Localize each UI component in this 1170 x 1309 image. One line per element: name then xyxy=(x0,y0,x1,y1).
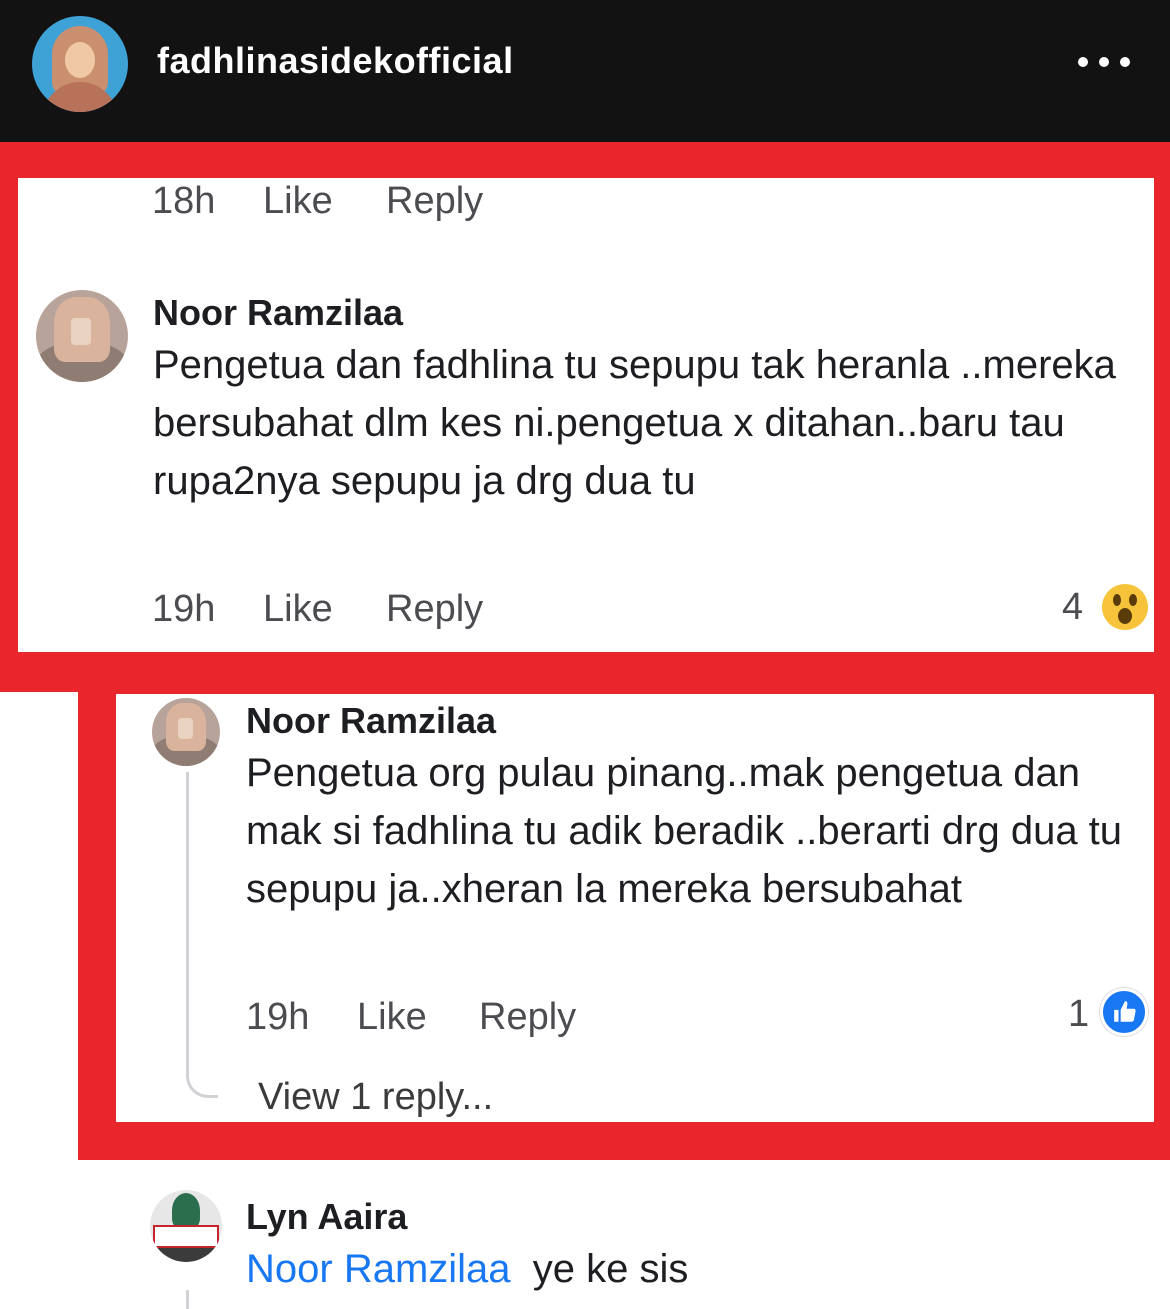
like-button[interactable]: Like xyxy=(263,180,333,223)
comment-text: Pengetua org pulau pinang..mak pengetua … xyxy=(246,751,1123,911)
comment-text: ye ke sis xyxy=(532,1247,689,1291)
avatar[interactable] xyxy=(152,698,220,766)
reaction-count[interactable]: 1 xyxy=(1068,993,1089,1036)
avatar[interactable] xyxy=(36,290,128,382)
profile-username[interactable]: fadhlinasidekofficial xyxy=(157,40,514,82)
like-button[interactable]: Like xyxy=(263,588,333,631)
reply-button[interactable]: Reply xyxy=(386,588,483,631)
comment-author[interactable]: Lyn Aaira xyxy=(246,1196,407,1238)
reply-thread-line xyxy=(186,772,218,1098)
wow-icon xyxy=(1102,584,1148,630)
comment-time: 19h xyxy=(152,588,216,630)
reply-thread-line xyxy=(186,1290,189,1309)
more-options-icon[interactable] xyxy=(1078,50,1130,74)
comment-text: Pengetua dan fadhlina tu sepupu tak hera… xyxy=(153,343,1116,503)
reply-button[interactable]: Reply xyxy=(386,180,483,223)
like-button[interactable]: Like xyxy=(357,996,427,1039)
view-replies-link[interactable]: View 1 reply... xyxy=(258,1076,493,1119)
mention-link[interactable]: Noor Ramzilaa xyxy=(246,1247,511,1291)
reply-button[interactable]: Reply xyxy=(479,996,576,1039)
comment-time: 19h xyxy=(246,996,310,1038)
comment-time: 18h xyxy=(152,180,216,222)
reaction-count[interactable]: 4 xyxy=(1062,586,1083,629)
comment-body: Noor Ramzilaa ye ke sis xyxy=(246,1240,1146,1298)
avatar[interactable] xyxy=(150,1190,222,1262)
profile-avatar[interactable] xyxy=(32,16,128,112)
like-icon xyxy=(1100,988,1148,1036)
comment-author[interactable]: Noor Ramzilaa xyxy=(246,700,496,742)
comment-author[interactable]: Noor Ramzilaa xyxy=(153,292,403,334)
app-header: fadhlinasidekofficial xyxy=(0,0,1170,142)
